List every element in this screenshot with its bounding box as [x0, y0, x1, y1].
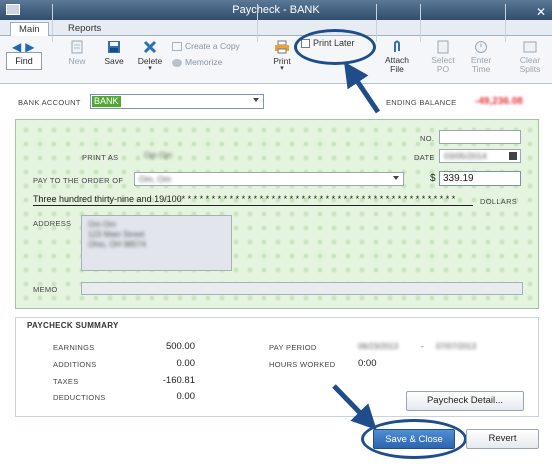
- clear-splits-label: Clear Splits: [519, 55, 541, 74]
- amount-field[interactable]: 339.19: [439, 171, 521, 186]
- enter-time-icon: [475, 41, 487, 53]
- chevron-down-icon[interactable]: ▾: [134, 65, 166, 72]
- memorize-icon: [172, 58, 182, 67]
- title-bar: Paycheck - BANK ✕: [0, 0, 552, 20]
- clear-splits-icon: [523, 41, 537, 53]
- check-no-field[interactable]: [439, 130, 521, 144]
- delete-icon: [143, 40, 157, 54]
- attach-file-label: Attach File: [384, 55, 410, 74]
- print-button[interactable]: Print ▾: [268, 40, 296, 72]
- ribbon-tabs: Main Reports: [0, 20, 552, 36]
- dollars-label: DOLLARS: [480, 197, 518, 206]
- new-doc-icon: [71, 40, 83, 54]
- ending-balance-label: ENDING BALANCE: [386, 98, 457, 107]
- delete-button[interactable]: Delete ▾: [134, 40, 166, 72]
- address-line: Om Om: [88, 220, 116, 229]
- earnings-value: 500.00: [165, 341, 195, 352]
- enter-time-button[interactable]: Enter Time: [466, 40, 496, 74]
- create-copy-button[interactable]: Create a Copy: [172, 41, 240, 52]
- paycheck-detail-button[interactable]: Paycheck Detail...: [406, 391, 524, 411]
- paperclip-icon: [394, 40, 400, 52]
- date-label: DATE: [414, 153, 435, 162]
- create-copy-label: Create a Copy: [185, 41, 240, 51]
- taxes-label: TAXES: [53, 377, 79, 386]
- date-value: 03/05/2014: [444, 151, 487, 161]
- new-label: New: [68, 56, 86, 66]
- taxes-value: -160.81: [162, 375, 195, 386]
- memo-label: MEMO: [33, 285, 58, 294]
- hours-worked-label: HOURS WORKED: [269, 360, 336, 369]
- hours-worked-value: 0:00: [358, 358, 377, 369]
- print-as-value: Om Om: [144, 151, 172, 160]
- payee-value: Om, Om: [139, 174, 172, 184]
- save-label: Save: [104, 56, 124, 66]
- pay-period-label: PAY PERIOD: [269, 343, 317, 352]
- clear-splits-button[interactable]: Clear Splits: [514, 40, 546, 74]
- select-po-icon: [437, 40, 449, 54]
- tab-main[interactable]: Main: [10, 22, 49, 36]
- pay-period-start: 06/23/2013: [358, 342, 399, 351]
- new-button[interactable]: New: [64, 40, 90, 66]
- toolbar-divider: [52, 4, 53, 42]
- printer-icon: [275, 40, 289, 54]
- save-toolbar-button[interactable]: Save: [100, 40, 128, 66]
- save-icon: [108, 41, 120, 53]
- date-field[interactable]: 03/05/2014: [439, 149, 521, 163]
- check-no-label: NO.: [420, 134, 435, 143]
- revert-button[interactable]: Revert: [466, 429, 539, 449]
- deductions-value: 0.00: [176, 391, 196, 402]
- tab-reports[interactable]: Reports: [60, 22, 109, 36]
- check-area: [15, 119, 539, 309]
- toolbar-divider: [505, 4, 506, 42]
- calendar-icon[interactable]: [509, 152, 517, 160]
- chevron-down-icon[interactable]: [393, 176, 399, 180]
- address-box[interactable]: Om Om 123 Main Street Ohio, OH 98574: [81, 215, 232, 271]
- pay-period-end: 07/07/2013: [436, 342, 477, 351]
- written-amount: Three hundred thirty-nine and 19/100* * …: [33, 194, 473, 206]
- bank-account-dropdown[interactable]: BANK: [90, 94, 264, 109]
- copy-icon: [172, 42, 182, 52]
- address-line: Ohio, OH 98574: [88, 240, 146, 249]
- select-po-label: Select PO: [431, 55, 455, 74]
- additions-value: 0.00: [176, 358, 196, 369]
- address-line: 123 Main Street: [88, 230, 145, 239]
- save-close-button[interactable]: Save & Close: [373, 429, 455, 449]
- bank-account-label: BANK ACCOUNT: [18, 98, 81, 107]
- paycheck-summary-title: PAYCHECK SUMMARY: [27, 321, 119, 330]
- callout-highlight: [294, 29, 376, 65]
- close-icon[interactable]: ✕: [536, 2, 546, 22]
- window-title: Paycheck - BANK: [232, 4, 320, 16]
- chevron-down-icon[interactable]: [253, 98, 259, 102]
- deductions-label: DEDUCTIONS: [53, 393, 106, 402]
- payee-dropdown[interactable]: Om, Om: [134, 172, 404, 186]
- memorize-label: Memorize: [185, 57, 223, 67]
- memo-field[interactable]: [81, 282, 523, 295]
- additions-label: ADDITIONS: [53, 360, 97, 369]
- currency-symbol: $: [430, 173, 436, 184]
- attach-file-button[interactable]: Attach File: [382, 40, 412, 74]
- enter-time-label: Enter Time: [470, 55, 492, 74]
- pay-period-dash: -: [421, 342, 424, 351]
- toolbar-divider: [376, 4, 377, 42]
- select-po-button[interactable]: Select PO: [428, 40, 458, 74]
- chevron-down-icon[interactable]: ▾: [268, 65, 296, 72]
- find-button[interactable]: Find: [6, 52, 42, 70]
- bank-account-value: BANK: [92, 96, 121, 107]
- toolbar-divider: [257, 4, 258, 42]
- pay-to-label: PAY TO THE ORDER OF: [33, 176, 124, 185]
- window-icon[interactable]: [6, 4, 20, 15]
- earnings-label: EARNINGS: [53, 343, 95, 352]
- memorize-button[interactable]: Memorize: [172, 57, 222, 67]
- ending-balance-value: -49,236.08: [475, 96, 523, 107]
- toolbar-divider: [420, 4, 421, 42]
- print-as-label: PRINT AS: [82, 153, 119, 162]
- address-label: ADDRESS: [33, 219, 72, 228]
